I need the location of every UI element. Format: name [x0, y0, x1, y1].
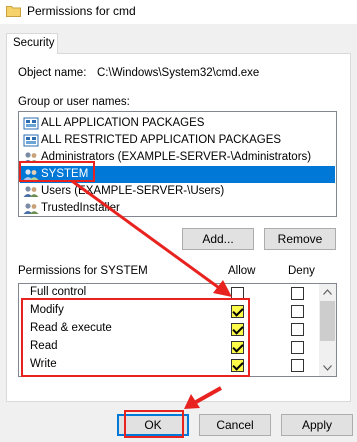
arrow-to-ok-icon [184, 386, 222, 409]
tab-security[interactable]: Security [6, 33, 58, 54]
arrow-to-permissions-icon [71, 179, 232, 297]
annotation-arrows [71, 179, 232, 409]
